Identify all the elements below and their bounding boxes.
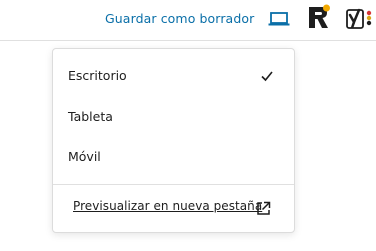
preview-new-tab-link[interactable]: Previsualizar en nueva pestaña xyxy=(73,199,262,213)
menu-item-desktop-label: Escritorio xyxy=(68,68,127,83)
yoast-logo-icon[interactable] xyxy=(343,7,373,31)
menu-item-mobile[interactable]: Móvil xyxy=(53,140,294,174)
checkmark-icon xyxy=(261,71,273,82)
menu-item-tablet[interactable]: Tableta xyxy=(53,100,294,134)
menu-item-desktop[interactable]: Escritorio xyxy=(53,59,294,93)
editor-header: Guardar como borrador xyxy=(0,0,376,41)
menu-item-mobile-label: Móvil xyxy=(68,149,101,164)
menu-divider xyxy=(53,184,294,185)
menu-item-tablet-label: Tableta xyxy=(68,109,113,124)
save-draft-button[interactable]: Guardar como borrador xyxy=(105,11,254,26)
preview-device-menu: Escritorio Tableta Móvil Previsualizar e… xyxy=(52,48,295,233)
laptop-icon[interactable] xyxy=(268,10,290,28)
external-link-icon[interactable] xyxy=(256,201,271,216)
rank-math-logo-icon[interactable] xyxy=(307,4,331,30)
